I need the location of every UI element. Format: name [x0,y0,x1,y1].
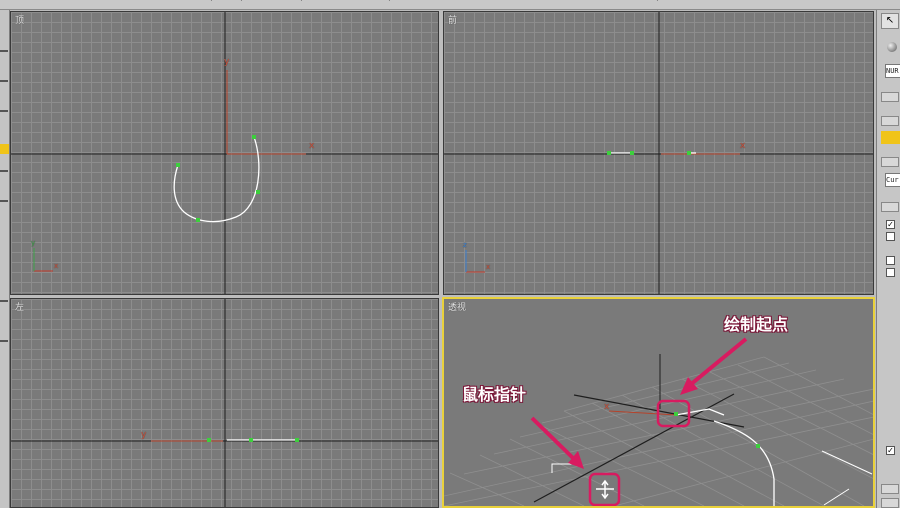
corner-x-label: x [54,262,59,270]
sphere-icon[interactable] [887,42,897,52]
gizmo-y-label: y [141,430,147,440]
main-toolbar: · · · · · [0,0,900,10]
gizmo-x-label: x [309,141,315,151]
spline-vertex [295,438,299,442]
spline-vertex [176,163,180,167]
start-point-annotation: 绘制起点 [724,315,789,334]
spline-vertex [207,438,211,442]
mouse-pointer-annotation: 鼠标指针 [462,385,527,404]
dock-marker [0,340,8,342]
dock-marker [0,200,8,202]
spline-vertex [674,412,678,416]
spline-vertex [756,444,760,448]
spline-vertex [256,190,260,194]
option-checkbox[interactable] [886,232,895,241]
toolbar-icon[interactable]: · [300,0,303,6]
option-checkbox[interactable]: ✓ [886,446,895,455]
viewport-perspective[interactable]: 透视 x 绘制起点 鼠标指针 [442,297,875,508]
corner-z-label: z [463,241,467,249]
viewport-front[interactable]: 前 x x z [443,11,874,295]
rollout-toggle-button[interactable] [881,157,899,167]
dock-marker [0,300,8,302]
viewport-left[interactable]: 左 y [10,298,439,508]
dock-marker [0,110,8,112]
spline-vertex [196,218,200,222]
gizmo-y-label: y [224,57,230,67]
perspective-grid [444,356,873,506]
command-panel: ↖ NUR Cur ✓ ✓ [876,10,900,508]
spline-vertex [630,151,634,155]
corner-x-label: x [486,263,491,271]
dock-accent [0,144,9,154]
gizmo-x-label: x [740,141,746,151]
spline-vertex [249,438,253,442]
spline-curve [173,136,260,223]
left-dock [0,10,10,508]
dock-marker [0,170,8,172]
viewport-left-canvas[interactable] [11,299,439,508]
panel-remove-button[interactable] [881,498,899,508]
dock-marker [0,50,8,52]
toolbar-icon[interactable]: · [656,0,659,6]
option-checkbox[interactable] [886,256,895,265]
panel-add-button[interactable] [881,484,899,494]
toolbar-icon[interactable]: · [210,0,213,6]
corner-y-label: y [31,239,36,247]
toolbar-icon[interactable]: · [388,0,391,6]
spline-vertex [252,135,256,139]
dock-marker [0,80,8,82]
active-rollout-accent [881,131,900,144]
viewport-top-canvas[interactable] [11,12,439,295]
rollout-toggle-button[interactable] [881,202,899,212]
viewport-top[interactable]: 顶 x y x y [10,11,439,295]
rollout-toggle-button[interactable] [881,116,899,126]
toolbar-icon[interactable]: · [240,0,243,6]
option-checkbox[interactable]: ✓ [886,220,895,229]
rollout-toggle-button[interactable] [881,92,899,102]
name-field[interactable]: NUR [885,64,900,78]
cursor-arrow-icon[interactable]: ↖ [881,13,899,29]
gizmo-x-label: x [604,402,610,412]
type-field[interactable]: Cur [885,173,900,187]
option-checkbox[interactable] [886,268,895,277]
spline-vertex [687,151,691,155]
viewport-front-canvas[interactable] [444,12,874,295]
start-point-arrow [688,337,748,387]
spline-vertex [607,151,611,155]
